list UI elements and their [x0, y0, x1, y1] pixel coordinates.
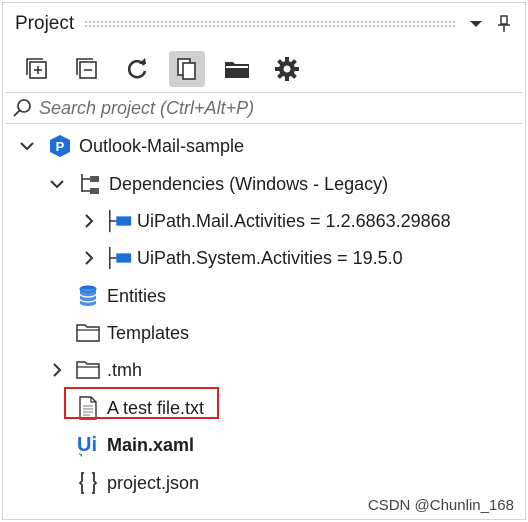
svg-text:Ui: Ui — [77, 434, 97, 456]
open-folder-button[interactable] — [219, 51, 255, 87]
tree-node-label: project.json — [107, 472, 200, 493]
xaml-icon: Ui — [75, 432, 101, 458]
tree-node-dependency[interactable]: UiPath.System.Activities = 19.5.0 — [3, 241, 525, 275]
tree-node-dependency[interactable]: UiPath.Mail.Activities = 1.2.6863.29868 — [3, 204, 525, 238]
tree-node-templates[interactable]: Templates — [3, 316, 525, 350]
search-input[interactable] — [35, 94, 523, 122]
folder-icon — [75, 320, 101, 346]
chevron-down-icon[interactable] — [17, 136, 37, 156]
tree-node-project-json[interactable]: project.json — [3, 466, 525, 500]
tree-node-label: Dependencies (Windows - Legacy) — [109, 173, 389, 194]
panel-title: Project — [15, 13, 75, 34]
dropdown-menu-icon[interactable] — [465, 13, 487, 35]
panel-titlebar: Project — [3, 3, 525, 45]
tree-node-label: UiPath.Mail.Activities = 1.2.6863.29868 — [137, 210, 451, 231]
expand-all-button[interactable] — [19, 51, 55, 87]
tree-node-main[interactable]: Ui Main.xaml — [3, 428, 525, 462]
highlight-box — [64, 387, 219, 419]
tree-node-label: UiPath.System.Activities = 19.5.0 — [137, 247, 403, 268]
settings-button[interactable] — [269, 51, 305, 87]
package-icon — [107, 245, 133, 271]
tree-node-label: Outlook-Mail-sample — [79, 135, 245, 156]
watermark: CSDN @Chunlin_168 — [367, 497, 514, 514]
tree-node-dependencies[interactable]: Dependencies (Windows - Legacy) — [3, 167, 525, 201]
show-all-files-icon — [177, 58, 196, 80]
tree-node-root[interactable]: P Outlook-Mail-sample — [3, 129, 525, 163]
project-panel: Project Search project (Ctrl+Alt+P) P Ou… — [2, 2, 526, 520]
tree-node-label: Main.xaml — [107, 434, 195, 455]
tree-node-entities[interactable]: Entities — [3, 279, 525, 313]
settings-icon — [275, 57, 299, 81]
refresh-icon — [127, 58, 147, 79]
search-bar — [5, 92, 523, 124]
project-toolbar — [3, 47, 525, 91]
svg-text:P: P — [56, 139, 65, 154]
chevron-right-icon[interactable] — [79, 211, 99, 231]
chevron-down-icon[interactable] — [47, 174, 67, 194]
project-icon: P — [47, 133, 73, 159]
json-icon — [75, 470, 101, 496]
tree-node-tmh[interactable]: .tmh — [3, 353, 525, 387]
database-icon — [75, 283, 101, 309]
collapse-all-button[interactable] — [69, 51, 105, 87]
search-icon — [9, 95, 35, 121]
panel-grip[interactable] — [84, 20, 455, 28]
expand-all-icon — [26, 58, 47, 79]
pin-icon[interactable] — [493, 13, 515, 35]
refresh-button[interactable] — [119, 51, 155, 87]
tree-node-label: .tmh — [107, 359, 143, 380]
dependencies-icon — [77, 171, 103, 197]
chevron-right-icon[interactable] — [47, 360, 67, 380]
collapse-all-icon — [76, 58, 97, 79]
show-all-files-button[interactable] — [169, 51, 205, 87]
tree-node-label: Templates — [107, 322, 190, 343]
chevron-right-icon[interactable] — [79, 248, 99, 268]
open-folder-icon — [225, 62, 249, 78]
package-icon — [107, 208, 133, 234]
tree-node-label: Entities — [107, 285, 167, 306]
folder-icon — [75, 357, 101, 383]
